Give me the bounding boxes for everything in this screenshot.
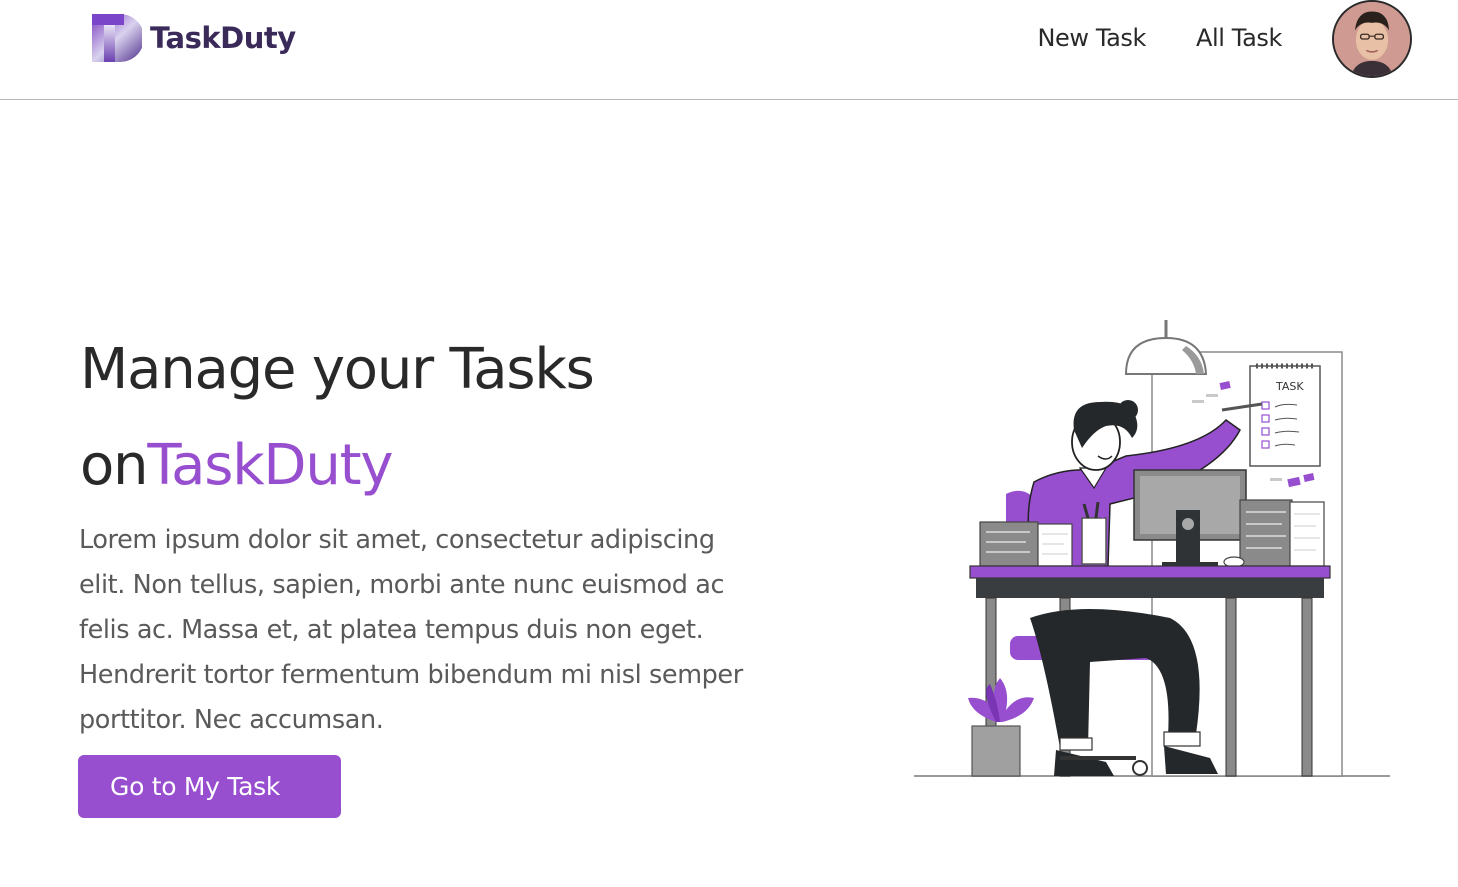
hero-title-line1: Manage your Tasks (80, 337, 595, 402)
hero-description: Lorem ipsum dolor sit amet, consectetur … (79, 525, 743, 735)
taskduty-t-logo-icon (92, 14, 142, 62)
nav-new-task-link[interactable]: New Task (1037, 24, 1146, 52)
avatar-portrait-icon (1334, 2, 1410, 76)
user-avatar[interactable] (1332, 0, 1412, 78)
go-to-my-task-button[interactable]: Go to My Task (78, 755, 341, 818)
hero-title-accent: TaskDuty (147, 433, 393, 498)
nav-all-task-link[interactable]: All Task (1196, 24, 1282, 52)
brand-name: TaskDuty (150, 21, 296, 55)
desk-scene-icon: TASK (914, 320, 1390, 777)
task-sheet-heading: TASK (1275, 380, 1304, 393)
navbar: TaskDuty New Task All Task (0, 0, 1458, 100)
person-at-desk-illustration: TASK (910, 318, 1394, 782)
nav-links: New Task All Task (1037, 20, 1282, 56)
brand-logo-link[interactable]: TaskDuty (90, 11, 296, 65)
hero-title: Manage your Tasks onTaskDuty (80, 322, 800, 514)
hero-title-prefix: on (80, 433, 149, 498)
